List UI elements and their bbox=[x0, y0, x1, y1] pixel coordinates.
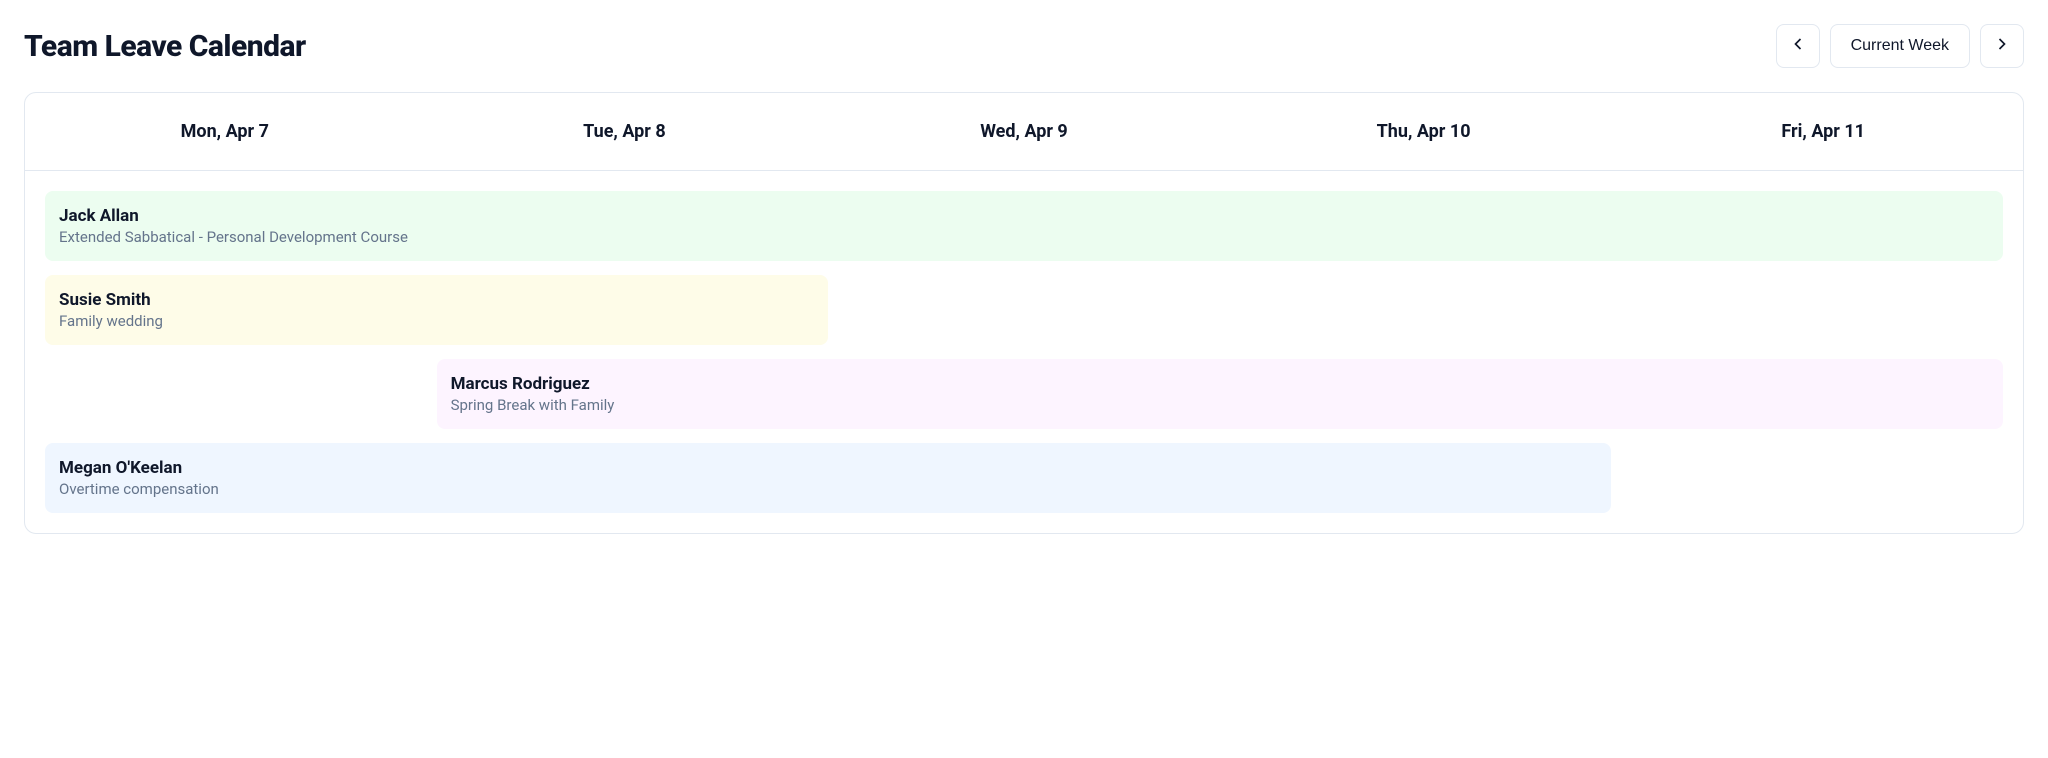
leave-event[interactable]: Susie Smith Family wedding bbox=[45, 275, 828, 345]
event-description: Extended Sabbatical - Personal Developme… bbox=[59, 228, 1989, 246]
day-header-tue: Tue, Apr 8 bbox=[425, 93, 825, 170]
event-row: Jack Allan Extended Sabbatical - Persona… bbox=[45, 191, 2003, 261]
day-header-wed: Wed, Apr 9 bbox=[824, 93, 1224, 170]
event-employee-name: Susie Smith bbox=[59, 290, 814, 310]
nav-controls: Current Week bbox=[1776, 24, 2024, 68]
leave-event[interactable]: Megan O'Keelan Overtime compensation bbox=[45, 443, 1611, 513]
day-header-mon: Mon, Apr 7 bbox=[25, 93, 425, 170]
event-row: Marcus Rodriguez Spring Break with Famil… bbox=[45, 359, 2003, 429]
event-row: Susie Smith Family wedding bbox=[45, 275, 2003, 345]
event-employee-name: Marcus Rodriguez bbox=[451, 374, 1989, 394]
event-employee-name: Megan O'Keelan bbox=[59, 458, 1597, 478]
leave-event[interactable]: Jack Allan Extended Sabbatical - Persona… bbox=[45, 191, 2003, 261]
prev-week-button[interactable] bbox=[1776, 24, 1820, 68]
event-description: Spring Break with Family bbox=[451, 396, 1989, 414]
event-description: Overtime compensation bbox=[59, 480, 1597, 498]
chevron-right-icon bbox=[1992, 34, 2012, 59]
event-employee-name: Jack Allan bbox=[59, 206, 1989, 226]
event-row: Megan O'Keelan Overtime compensation bbox=[45, 443, 2003, 513]
calendar-card: Mon, Apr 7 Tue, Apr 8 Wed, Apr 9 Thu, Ap… bbox=[24, 92, 2024, 534]
events-container: Jack Allan Extended Sabbatical - Persona… bbox=[25, 171, 2023, 533]
day-headers: Mon, Apr 7 Tue, Apr 8 Wed, Apr 9 Thu, Ap… bbox=[25, 93, 2023, 171]
next-week-button[interactable] bbox=[1980, 24, 2024, 68]
current-week-button[interactable]: Current Week bbox=[1830, 24, 1970, 68]
chevron-left-icon bbox=[1788, 34, 1808, 59]
day-header-fri: Fri, Apr 11 bbox=[1623, 93, 2023, 170]
day-header-thu: Thu, Apr 10 bbox=[1224, 93, 1624, 170]
page-title: Team Leave Calendar bbox=[24, 29, 306, 64]
event-description: Family wedding bbox=[59, 312, 814, 330]
leave-event[interactable]: Marcus Rodriguez Spring Break with Famil… bbox=[437, 359, 2003, 429]
